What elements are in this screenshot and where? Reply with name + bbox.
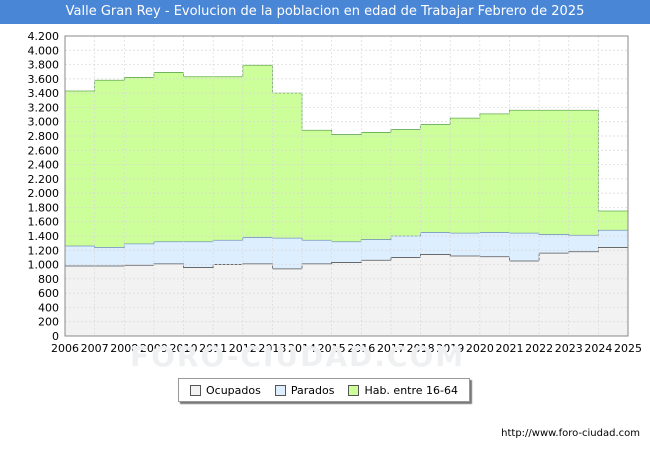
y-tick-label: 3.600 (28, 73, 60, 86)
y-tick-label: 1.600 (28, 216, 60, 229)
y-tick-label: 3.400 (28, 87, 60, 100)
legend-label-ocupados: Ocupados (205, 383, 261, 397)
y-tick-label: 2.200 (28, 173, 60, 186)
legend-item-parados: Parados (274, 383, 335, 397)
y-tick-label: 200 (38, 316, 59, 329)
y-tick-label: 3.800 (28, 59, 60, 72)
chart-title: Valle Gran Rey - Evolucion de la poblaci… (0, 0, 650, 24)
y-tick-label: 600 (38, 287, 59, 300)
y-tick-label: 800 (38, 273, 59, 286)
y-tick-label: 4.200 (28, 30, 60, 43)
legend-swatch-habitantes (348, 384, 360, 396)
y-tick-label: 400 (38, 301, 59, 314)
y-tick-label: 1.400 (28, 230, 60, 243)
legend-item-habitantes: Hab. entre 16-64 (348, 384, 458, 397)
y-tick-label: 2.000 (28, 187, 60, 200)
legend-item-ocupados: Ocupados (189, 383, 261, 397)
y-tick-label: 1.200 (28, 244, 60, 257)
y-tick-label: 2.800 (28, 130, 60, 143)
x-tick-label: 2007 (81, 342, 109, 355)
y-tick-label: 3.000 (28, 116, 60, 129)
y-tick-label: 2.400 (28, 159, 60, 172)
x-tick-label: 2022 (525, 342, 553, 355)
watermark: FORO-CIUDAD.COM (130, 340, 466, 373)
legend-swatch-parados (274, 384, 286, 396)
y-tick-label: 1.800 (28, 201, 60, 214)
y-tick-label: 2.600 (28, 144, 60, 157)
x-tick-label: 2006 (51, 342, 79, 355)
x-tick-label: 2020 (466, 342, 494, 355)
x-tick-label: 2024 (584, 342, 612, 355)
x-tick-label: 2023 (555, 342, 583, 355)
legend-swatch-ocupados (189, 384, 201, 396)
x-tick-label: 2025 (614, 342, 642, 355)
x-tick-label: 2021 (495, 342, 523, 355)
y-tick-label: 4.000 (28, 44, 60, 57)
legend-label-parados: Parados (290, 383, 335, 397)
chart-area: 02004006008001.0001.2001.4001.6001.8002.… (28, 30, 643, 355)
y-tick-label: 3.200 (28, 101, 60, 114)
source-link[interactable]: http://www.foro-ciudad.com (501, 428, 640, 439)
legend-label-habitantes: Hab. entre 16-64 (364, 383, 458, 397)
chart-legend: Ocupados Parados Hab. entre 16-64 (178, 378, 470, 402)
y-tick-label: 1.000 (28, 259, 60, 272)
